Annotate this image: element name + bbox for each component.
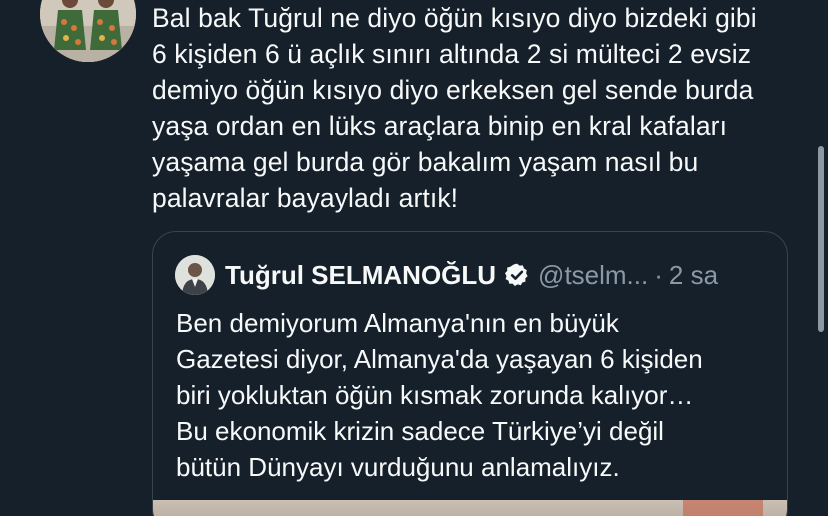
quoted-author-avatar[interactable] [175,255,215,295]
separator-dot: · [654,259,663,290]
quoted-tweet[interactable]: Tuğrul SELMANOĞLU @tselm... · 2 sa Ben d… [152,231,788,516]
quoted-text-line: Ben demiyorum Almanya'nın en büyük [176,308,619,338]
quoted-text-line: biri yokluktan öğün kısmak zorunda kalıy… [176,380,694,410]
quoted-tweet-header: Tuğrul SELMANOĞLU @tselm... · 2 sa [175,254,718,296]
quoted-author-handle[interactable]: @tselm... [538,260,648,291]
tweet-text-line: palavralar bayayladı artık! [152,183,459,213]
tweet-text-line: yaşama gel burda gör bakalım yaşam nasıl… [152,147,699,177]
tweet-text-line: yaşa ordan en lüks araçlara binip en kra… [152,111,728,141]
tweet-text-line: 6 kişiden 6 ü açlık sınırı altında 2 si … [152,39,752,69]
quoted-tweet-text: Ben demiyorum Almanya'nın en büyük Gazet… [176,305,776,485]
quoted-timestamp[interactable]: 2 sa [669,260,718,291]
quoted-text-line: bütün Dünyayı vurduğunu anlamalıyız. [176,452,620,482]
scrollbar[interactable] [813,0,828,516]
quoted-text-line: Bu ekonomik krizin sadece Türkiye’yi değ… [176,416,664,446]
avatar[interactable] [40,0,136,62]
tweet-text: Bal bak Tuğrul ne diyo öğün kısıyo diyo … [152,0,792,216]
verified-badge-icon [504,262,530,288]
tweet-text-line: Bal bak Tuğrul ne diyo öğün kısıyo diyo … [152,3,757,33]
scrollbar-thumb[interactable] [818,146,824,332]
profile-photo-icon [40,0,136,62]
tweet[interactable]: Bal bak Tuğrul ne diyo öğün kısıyo diyo … [0,0,828,516]
tweet-text-line: demiyo öğün kısıyo diyo erkeksen gel sen… [152,75,754,105]
quoted-author-name[interactable]: Tuğrul SELMANOĞLU [225,260,496,291]
quoted-text-line: Gazetesi diyor, Almanya'da yaşayan 6 kiş… [176,344,703,374]
quoted-tweet-media[interactable] [153,500,787,516]
author-photo-icon [175,255,215,295]
